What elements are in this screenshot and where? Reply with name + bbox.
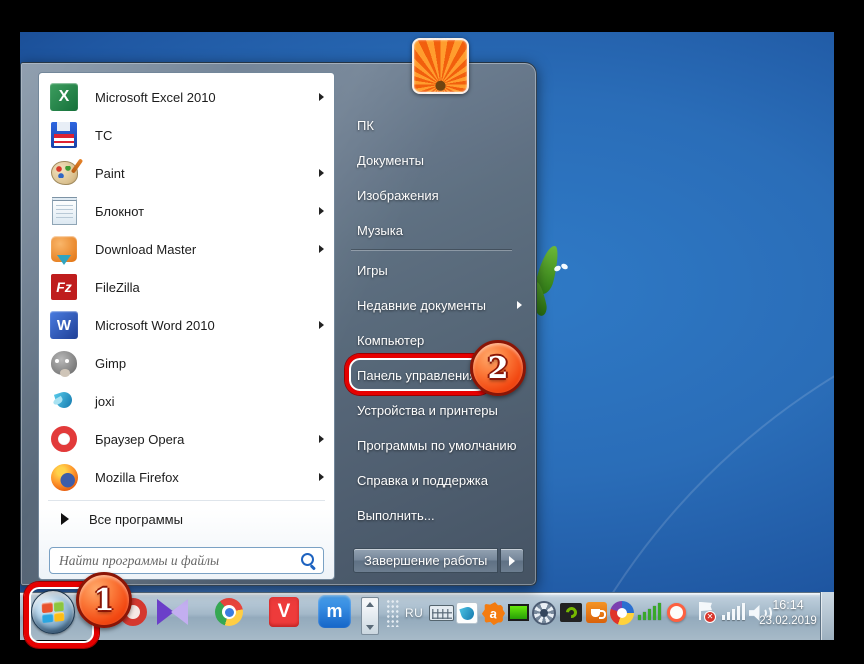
menu-item-music[interactable]: Музыка [335, 213, 528, 248]
menu-item-help-support[interactable]: Справка и поддержка [335, 463, 528, 498]
start-button[interactable] [31, 590, 75, 634]
menu-item-default-programs[interactable]: Программы по умолчанию [335, 428, 528, 463]
screenshot-frame: V m RU a ✕ 16:14 23.02.2019 X Microsoft … [0, 0, 864, 664]
wallpaper-butterfly-icon [553, 262, 569, 274]
menu-item-tc[interactable]: TC [39, 116, 334, 154]
menu-item-control-panel[interactable]: Панель управления [335, 358, 528, 393]
taskbar-vivaldi-icon[interactable]: V [269, 597, 299, 627]
windows-flag-icon [41, 600, 65, 624]
menu-item-opera[interactable]: Браузер Opera [39, 420, 334, 458]
tray-signal-green-icon[interactable] [638, 603, 661, 620]
tray-shutter-icon[interactable] [532, 601, 556, 625]
menu-item-documents[interactable]: Документы [335, 143, 528, 178]
tray-download-master-icon[interactable] [610, 601, 634, 625]
tray-network-icon[interactable] [722, 603, 745, 620]
tray-avast-icon[interactable]: a [482, 602, 505, 625]
menu-item-gimp[interactable]: Gimp [39, 344, 334, 382]
taskbar-chrome-icon[interactable] [215, 598, 243, 626]
clock-date: 23.02.2019 [759, 615, 817, 627]
user-avatar[interactable] [412, 38, 469, 94]
tray-clock[interactable]: 16:14 23.02.2019 [748, 598, 828, 627]
menu-item-recent-documents[interactable]: Недавние документы [335, 288, 528, 323]
tray-nvidia-icon[interactable] [560, 603, 582, 622]
menu-item-notepad[interactable]: Блокнот [39, 192, 334, 230]
menu-item-pictures[interactable]: Изображения [335, 178, 528, 213]
shutdown-arrow-icon [509, 555, 516, 566]
start-menu-right-panel: ПК Документы Изображения Музыка Игры Нед… [335, 72, 528, 580]
menu-item-download-master[interactable]: Download Master [39, 230, 334, 268]
menu-item-computer[interactable]: Компьютер [335, 323, 528, 358]
all-programs-button[interactable]: Все программы [39, 504, 334, 534]
menu-item-firefox[interactable]: Mozilla Firefox [39, 458, 334, 496]
notepad-icon [49, 196, 79, 226]
joxi-bird-icon [49, 386, 79, 416]
gimp-icon [49, 348, 79, 378]
menu-item-devices-printers[interactable]: Устройства и принтеры [335, 393, 528, 428]
start-menu: X Microsoft Excel 2010 TC Paint Блокнот … [20, 62, 537, 586]
submenu-arrow-icon [319, 473, 324, 481]
opera-icon [49, 424, 79, 454]
menu-item-games[interactable]: Игры [335, 253, 528, 288]
menu-item-run[interactable]: Выполнить... [335, 498, 528, 533]
floppy-disk-icon [49, 120, 79, 150]
excel-icon: X [49, 82, 79, 112]
taskbar-opera-icon[interactable] [119, 598, 147, 626]
wallpaper-arc [500, 272, 834, 640]
search-icon[interactable] [300, 552, 316, 568]
menu-item-word[interactable]: W Microsoft Word 2010 [39, 306, 334, 344]
tray-record-icon[interactable] [667, 603, 686, 622]
tray-action-center-flag-icon[interactable]: ✕ [696, 601, 716, 623]
tray-display-icon[interactable] [508, 604, 529, 621]
menu-item-joxi[interactable]: joxi [39, 382, 334, 420]
desktop: V m RU a ✕ 16:14 23.02.2019 X Microsoft … [20, 32, 834, 640]
start-menu-program-list: X Microsoft Excel 2010 TC Paint Блокнот … [38, 72, 335, 580]
menu-item-paint[interactable]: Paint [39, 154, 334, 192]
shutdown-options-button[interactable] [500, 548, 525, 573]
paint-palette-icon [49, 158, 79, 188]
submenu-arrow-icon [319, 207, 324, 215]
download-master-icon [49, 234, 79, 265]
divider [351, 250, 512, 251]
menu-item-excel[interactable]: X Microsoft Excel 2010 [39, 78, 334, 116]
shutdown-button[interactable]: Завершение работы [353, 548, 499, 573]
divider [48, 500, 325, 501]
tray-joxi-icon[interactable] [456, 602, 478, 624]
clock-time: 16:14 [772, 598, 804, 612]
search-input[interactable] [49, 547, 324, 574]
tray-grip-dots-icon [386, 599, 399, 627]
submenu-arrow-icon [517, 301, 522, 309]
all-programs-arrow-icon [61, 513, 69, 525]
submenu-arrow-icon [319, 245, 324, 253]
submenu-arrow-icon [319, 169, 324, 177]
tray-java-icon[interactable] [586, 602, 607, 623]
menu-item-user-pk[interactable]: ПК [335, 108, 528, 143]
show-desktop-button[interactable] [820, 592, 834, 640]
tray-language-indicator[interactable]: RU [405, 606, 423, 620]
taskbar-maxthon-icon[interactable]: m [318, 595, 351, 628]
submenu-arrow-icon [319, 93, 324, 101]
taskbar-kmplayer-icon[interactable] [157, 599, 188, 625]
firefox-icon [49, 462, 79, 492]
submenu-arrow-icon [319, 321, 324, 329]
submenu-arrow-icon [319, 435, 324, 443]
tray-toolbar-scroll[interactable] [361, 597, 379, 635]
scroll-down-icon [366, 625, 374, 630]
word-icon: W [49, 310, 79, 340]
menu-item-filezilla[interactable]: Fz FileZilla [39, 268, 334, 306]
scroll-up-icon [366, 602, 374, 607]
tray-keyboard-icon[interactable] [429, 605, 454, 621]
filezilla-icon: Fz [49, 272, 79, 302]
